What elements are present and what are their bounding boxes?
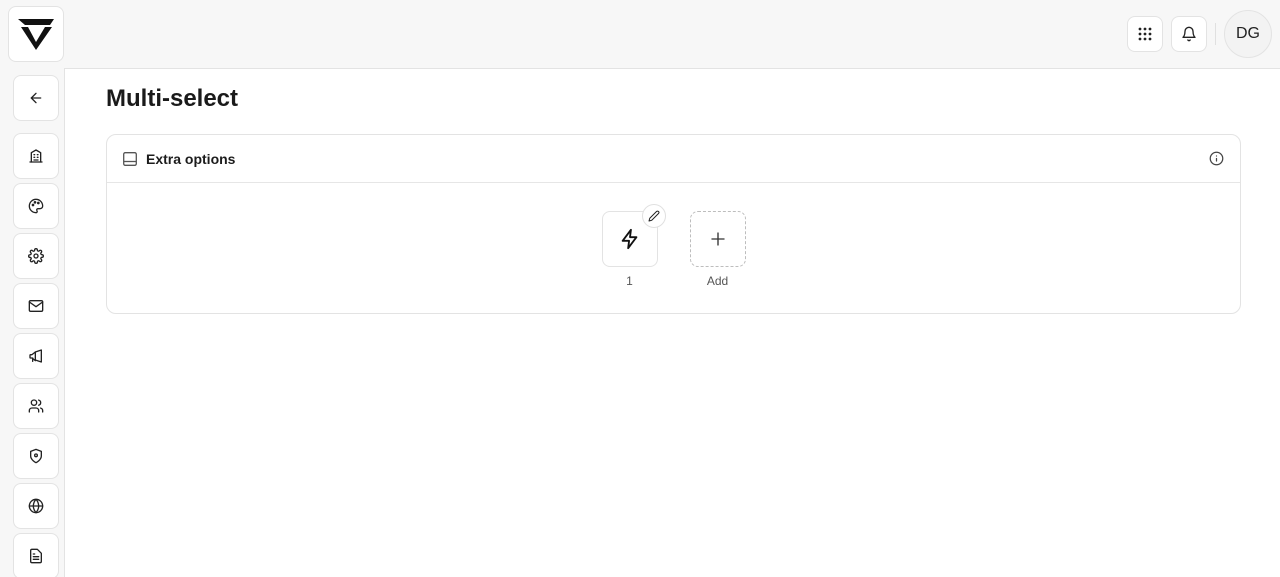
- options-list: 1 Add: [107, 183, 1240, 288]
- main-content: Multi-select Extra options 1 Add: [64, 68, 1280, 577]
- sidebar-item-back[interactable]: [13, 75, 59, 121]
- palette-icon: [28, 198, 44, 214]
- mail-icon: [28, 300, 44, 312]
- user-avatar[interactable]: DG: [1224, 10, 1272, 58]
- page-title: Multi-select: [106, 85, 239, 112]
- logo-icon: [18, 19, 54, 50]
- topbar-divider: [1215, 23, 1216, 45]
- card-title: Extra options: [146, 150, 236, 167]
- sidebar-item-documents[interactable]: [13, 533, 59, 577]
- notifications-button[interactable]: [1171, 16, 1207, 52]
- edit-option-button[interactable]: [641, 204, 666, 228]
- sidebar-item-globe[interactable]: [13, 483, 59, 529]
- megaphone-icon: [29, 349, 42, 363]
- sidebar-item-settings[interactable]: [13, 233, 59, 279]
- sidebar-item-security[interactable]: [13, 433, 59, 479]
- add-option-label: Add: [706, 274, 729, 288]
- sidebar-item-announcements[interactable]: [13, 333, 59, 379]
- add-option-button[interactable]: [689, 211, 746, 267]
- bell-icon: [1182, 26, 1196, 42]
- grid-icon: [1138, 27, 1152, 41]
- globe-icon: [28, 498, 44, 514]
- plus-icon: [710, 232, 725, 246]
- sidebar-item-users[interactable]: [13, 383, 59, 429]
- sidebar-item-building[interactable]: [13, 133, 59, 179]
- extra-options-card: Extra options 1 Add: [106, 134, 1241, 314]
- app-logo[interactable]: [8, 6, 64, 62]
- option-item: 1: [601, 204, 666, 288]
- lightning-icon: [621, 228, 637, 250]
- info-icon: [1209, 151, 1224, 166]
- sidebar-item-mail[interactable]: [13, 283, 59, 329]
- add-option: Add: [689, 211, 746, 288]
- shield-icon: [30, 448, 42, 464]
- info-button[interactable]: [1209, 151, 1224, 166]
- sidebar-item-palette[interactable]: [13, 183, 59, 229]
- topbar-actions: DG: [1119, 10, 1272, 58]
- card-header: Extra options: [107, 135, 1240, 183]
- arrow-left-icon: [30, 92, 42, 104]
- document-icon: [30, 548, 42, 564]
- panel-icon: [123, 151, 137, 166]
- option-label: 1: [626, 274, 633, 288]
- pencil-icon: [648, 210, 659, 222]
- option-tile[interactable]: [601, 204, 666, 267]
- apps-button[interactable]: [1127, 16, 1163, 52]
- users-icon: [28, 399, 44, 413]
- building-icon: [29, 149, 43, 163]
- gear-icon: [28, 248, 44, 264]
- sidebar: [13, 75, 59, 577]
